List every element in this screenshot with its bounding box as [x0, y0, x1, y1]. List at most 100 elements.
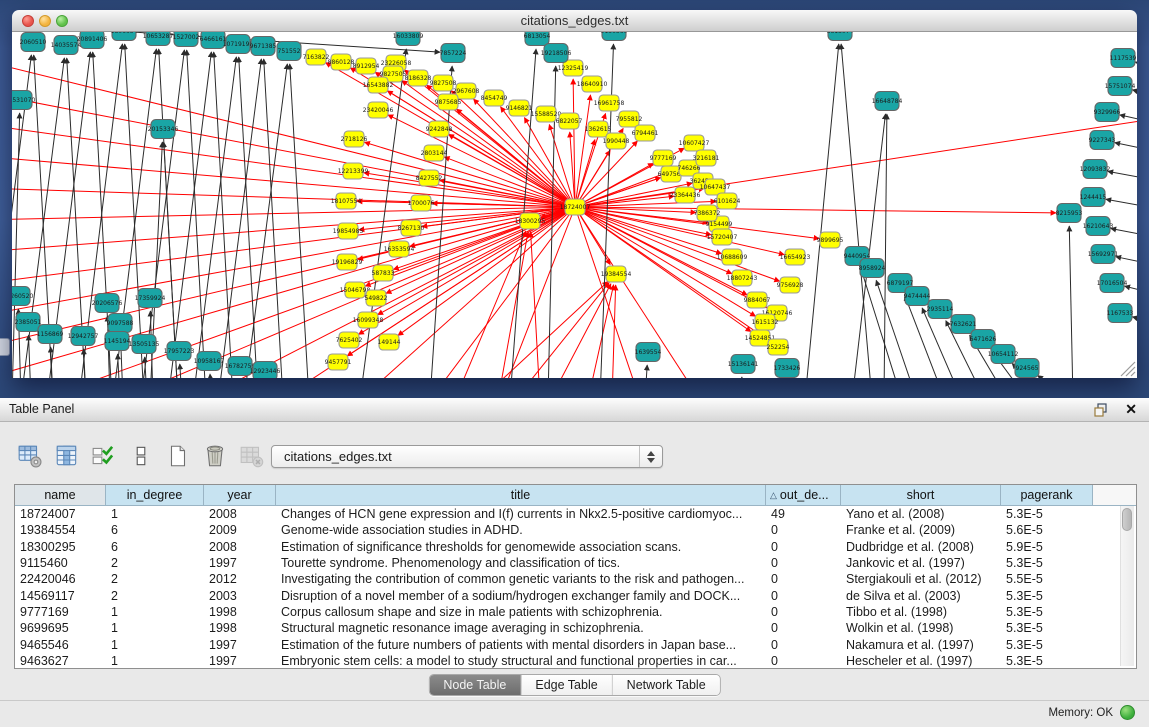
- collapse-control-panel-arrow[interactable]: [0, 338, 10, 356]
- node-label: 9875685: [435, 99, 462, 106]
- window-titlebar[interactable]: citations_edges.txt: [12, 10, 1137, 32]
- cell: 5.3E-5: [1001, 589, 1093, 603]
- node-label: 9329966: [1094, 109, 1121, 116]
- table-row[interactable]: 1830029562008Estimation of significance …: [15, 539, 1136, 555]
- node-label: 12093832: [1080, 166, 1111, 173]
- cell: Wolkin et al. (1998): [841, 621, 1001, 635]
- table-row[interactable]: 2242004622012Investigating the contribut…: [15, 571, 1136, 587]
- node-label: 17957223: [164, 348, 195, 355]
- node-label: 9777169: [650, 155, 677, 162]
- canvas-resize-grip[interactable]: [1121, 362, 1135, 376]
- node-label: 19196829: [332, 259, 363, 266]
- cell: 2: [106, 589, 204, 603]
- node-label: 587833: [372, 270, 395, 277]
- network-edge: [264, 59, 283, 378]
- node-label: 16654923: [780, 254, 811, 261]
- cell: 5.3E-5: [1001, 507, 1093, 521]
- column-header-pagerank[interactable]: pagerank: [1001, 485, 1093, 505]
- network-edge: [12, 113, 20, 378]
- node-label: 2803144: [421, 150, 448, 157]
- node-label: 18807243: [727, 275, 758, 282]
- cell: Franke et al. (2009): [841, 523, 1001, 537]
- column-header-year[interactable]: year: [204, 485, 276, 505]
- close-panel-icon[interactable]: ✕: [1125, 401, 1137, 417]
- node-label: 17359924: [135, 295, 166, 302]
- table-row[interactable]: 946362711997Embryonic stem cells: a mode…: [15, 653, 1136, 669]
- table-row[interactable]: 1872400712008Changes of HCN gene express…: [15, 506, 1136, 522]
- cell: 9465546: [15, 638, 106, 652]
- tab-edge-table[interactable]: Edge Table: [520, 675, 611, 695]
- network-edge: [180, 364, 182, 378]
- network-canvas[interactable]: 7163822886012889129542322605898275051654…: [12, 32, 1137, 378]
- cell: 1: [106, 621, 204, 635]
- modify-table-icon[interactable]: [16, 442, 44, 470]
- column-header-short[interactable]: short: [841, 485, 1001, 505]
- node-label: 8958924: [859, 265, 886, 272]
- node-label: 2718126: [341, 136, 368, 143]
- node-label: 7163822: [303, 54, 330, 61]
- cell: Stergiakouli et al. (2012): [841, 572, 1001, 586]
- network-edge: [1106, 199, 1137, 209]
- cell: Yano et al. (2008): [841, 507, 1001, 521]
- network-edge: [1132, 90, 1137, 98]
- node-label: 7625402: [336, 337, 363, 344]
- network-edge: [1108, 171, 1137, 181]
- table-row[interactable]: 977716911998Corpus callosum shape and si…: [15, 604, 1136, 620]
- cell: 2: [106, 556, 204, 570]
- tab-network-table[interactable]: Network Table: [612, 675, 720, 695]
- cell: 5.5E-5: [1001, 572, 1093, 586]
- node-label: 18640910: [577, 81, 608, 88]
- create-table-icon[interactable]: [164, 442, 192, 470]
- network-edge: [612, 285, 616, 378]
- column-header-out_de[interactable]: △out_de...: [766, 485, 841, 505]
- table-row[interactable]: 969969511998Structural magnetic resonanc…: [15, 620, 1136, 636]
- node-label: 20153346: [148, 126, 179, 133]
- show-columns-icon[interactable]: [53, 442, 81, 470]
- status-bar: Memory: OK: [0, 700, 1149, 727]
- column-header-in_degree[interactable]: in_degree: [106, 485, 204, 505]
- table-row[interactable]: 1456911722003Disruption of a novel membe…: [15, 587, 1136, 603]
- delete-table-icon[interactable]: [201, 442, 229, 470]
- column-header-name[interactable]: name: [15, 485, 106, 505]
- node-label: 8454749: [481, 95, 508, 102]
- table-row[interactable]: 1938455462009Genome-wide association stu…: [15, 522, 1136, 538]
- table-row[interactable]: 911546021997Tourette syndrome. Phenomeno…: [15, 555, 1136, 571]
- column-header-title[interactable]: title: [276, 485, 766, 505]
- memory-status-label: Memory: OK: [1048, 707, 1113, 719]
- cell: 5.3E-5: [1001, 654, 1093, 668]
- node-table: namein_degreeyeartitle△out_de...shortpag…: [14, 484, 1137, 669]
- node-label: 16210643: [1083, 223, 1114, 230]
- table-mode-tabs: Node TableEdge TableNetwork Table: [428, 674, 720, 696]
- cell: 5.3E-5: [1001, 556, 1093, 570]
- select-columns-icon[interactable]: [90, 442, 118, 470]
- cell: 1: [106, 654, 204, 668]
- cell: 0: [766, 556, 841, 570]
- cell: 0: [766, 589, 841, 603]
- network-edge: [588, 285, 614, 378]
- table-selector[interactable]: citations_edges.txt: [271, 445, 663, 468]
- cell: 1: [106, 605, 204, 619]
- node-label: 1733426: [774, 365, 801, 372]
- cell: 6: [106, 523, 204, 537]
- cell: Estimation of significance thresholds fo…: [276, 540, 766, 554]
- tab-node-table[interactable]: Node Table: [429, 675, 520, 695]
- network-edge: [210, 374, 212, 378]
- node-label: 7955812: [616, 116, 643, 123]
- float-panel-icon[interactable]: [1093, 402, 1109, 418]
- sort-ascending-icon: △: [770, 490, 777, 501]
- node-label: 1527002: [173, 34, 200, 41]
- table-scrollbar[interactable]: [1120, 506, 1134, 666]
- table-row[interactable]: 946554611997Estimation of the future num…: [15, 636, 1136, 652]
- network-desktop: citations_edges.txt 71638228860128891295…: [0, 0, 1149, 398]
- node-label: 16099348: [353, 317, 384, 324]
- node-label: 1167533: [1107, 310, 1134, 317]
- scrollbar-thumb[interactable]: [1122, 508, 1132, 531]
- row-height-icon[interactable]: [127, 442, 155, 470]
- network-edge: [218, 59, 261, 378]
- table-body: 1872400712008Changes of HCN gene express…: [15, 506, 1136, 669]
- node-label: 17016504: [1097, 280, 1128, 287]
- node-label: 20531070: [12, 97, 35, 104]
- node-label: 746266: [678, 165, 701, 172]
- cell: 2008: [204, 540, 276, 554]
- cell: 0: [766, 523, 841, 537]
